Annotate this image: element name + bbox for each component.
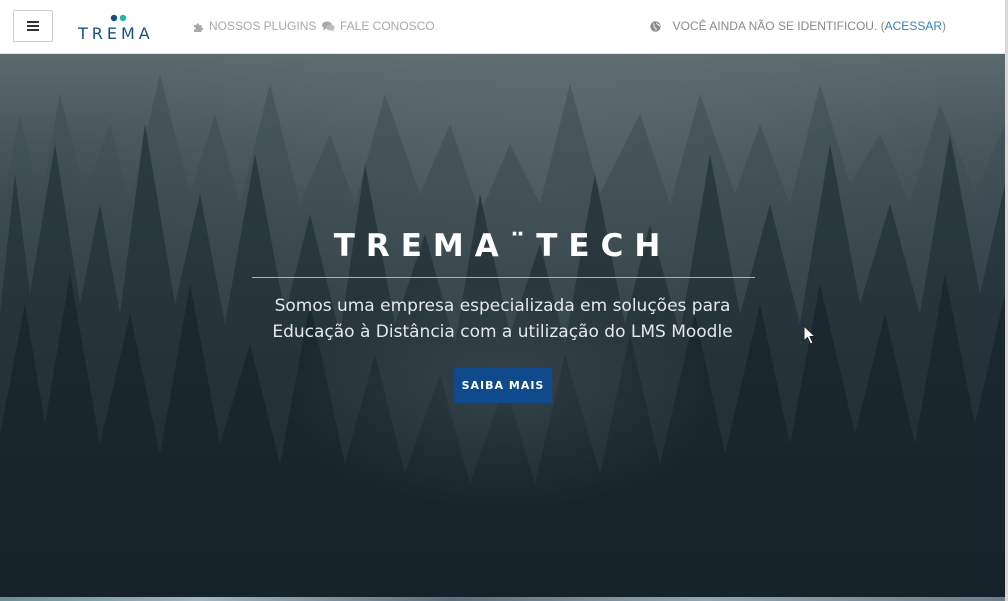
hero-subtitle-line-1: Somos uma empresa especializada em soluç… [274, 296, 731, 316]
hero-banner: TREMA¨TECH Somos uma empresa especializa… [0, 54, 1005, 597]
hero-title: TREMA¨TECH [333, 228, 672, 264]
login-link[interactable]: ACESSAR [885, 19, 942, 33]
nav-link-contact-label: FALE CONOSCO [340, 19, 435, 33]
saiba-mais-button[interactable]: SAIBA MAIS [454, 368, 552, 403]
nav-link-plugins[interactable]: NOSSOS PLUGINS [193, 19, 316, 33]
logo-text: TREMA [78, 24, 154, 43]
login-status-text: VOCÊ AINDA NÃO SE IDENTIFICOU. ( [672, 19, 885, 33]
hero-divider [252, 277, 755, 278]
hero-subtitle: Somos uma empresa especializada em soluç… [0, 293, 1005, 345]
trema-logo[interactable]: TREMA [78, 14, 168, 43]
puzzle-icon [194, 22, 204, 32]
nav-link-contact[interactable]: FALE CONOSCO [322, 19, 435, 33]
next-section-edge [0, 597, 1005, 601]
nav-link-plugins-label: NOSSOS PLUGINS [209, 19, 317, 33]
login-status-suffix: ) [942, 19, 946, 33]
chat-bubbles-icon [322, 21, 335, 32]
logo-dots [110, 14, 127, 22]
hero-subtitle-line-2: Educação à Distância com a utilização do… [272, 322, 733, 342]
globe-icon [649, 20, 661, 32]
mouse-cursor-icon [803, 325, 817, 345]
hamburger-icon [27, 21, 39, 31]
login-status: VOCÊ AINDA NÃO SE IDENTIFICOU. (ACESSAR) [649, 19, 946, 33]
top-navbar: TREMA NOSSOS PLUGINS FALE CONOSCO VOCÊ A… [0, 0, 1008, 54]
menu-toggle-button[interactable] [13, 10, 53, 42]
